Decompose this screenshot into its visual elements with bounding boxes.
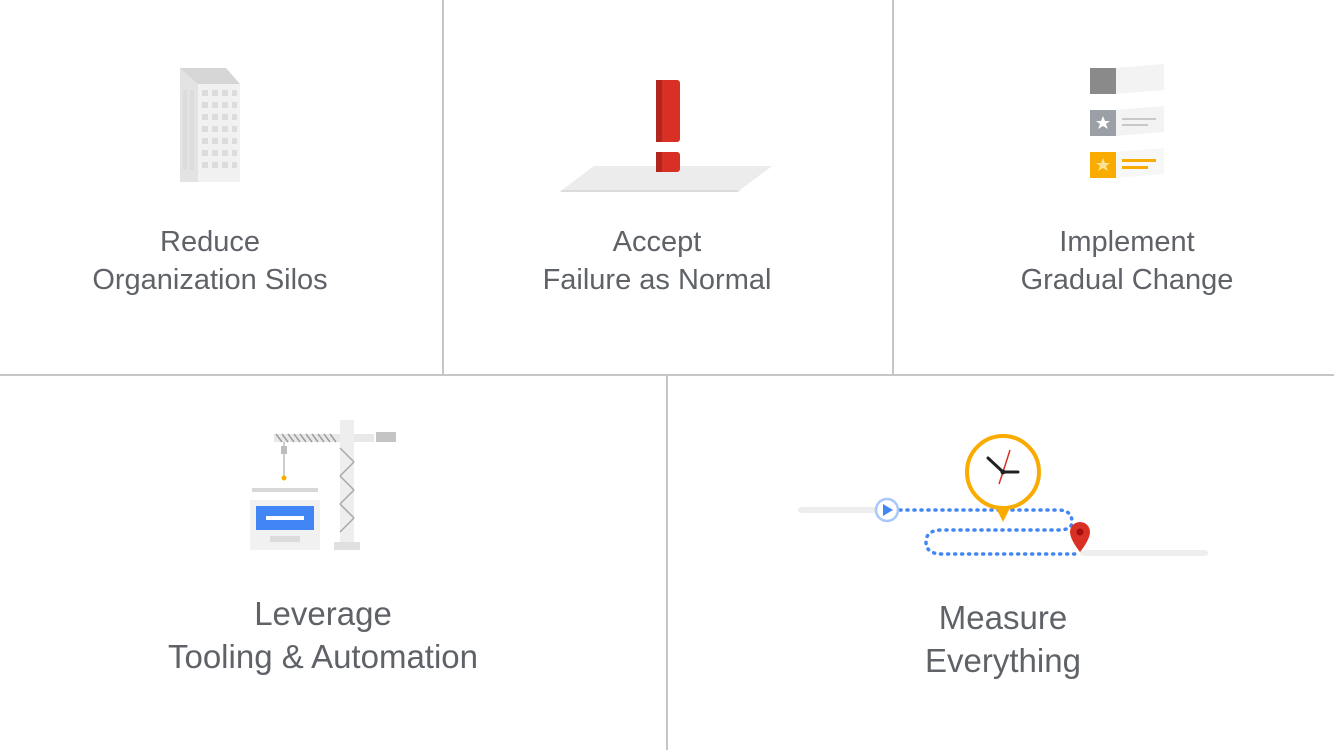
construction-crane-icon: [248, 418, 400, 557]
tile-title: Leverage: [254, 595, 392, 632]
exclamation-mark-icon: [560, 78, 774, 199]
clock-route-icon: [796, 432, 1216, 567]
tile-caption: Implement Gradual Change: [894, 223, 1334, 299]
tile-title: Reduce: [160, 226, 260, 258]
tile-title: Accept: [612, 226, 702, 258]
tile-subtitle: Tooling & Automation: [167, 638, 479, 675]
tile-title: Implement: [1059, 226, 1195, 258]
tile-caption: Accept Failure as Normal: [444, 223, 870, 299]
tile-leverage-tooling: Leverage Tooling & Automation: [0, 376, 666, 750]
tile-reduce-silos: Reduce Organization Silos: [0, 0, 442, 374]
tile-caption: Measure Everything: [668, 596, 1334, 682]
tile-subtitle: Gradual Change: [1020, 264, 1234, 296]
tile-measure-everything: Measure Everything: [668, 376, 1334, 750]
stacked-cards-icon: [1088, 62, 1168, 191]
tile-gradual-change: Implement Gradual Change: [894, 0, 1334, 374]
tile-accept-failure: Accept Failure as Normal: [444, 0, 892, 374]
tile-subtitle: Everything: [925, 642, 1081, 679]
tile-caption: Leverage Tooling & Automation: [0, 592, 646, 678]
tile-subtitle: Organization Silos: [92, 264, 328, 296]
tile-subtitle: Failure as Normal: [542, 264, 772, 296]
tile-title: Measure: [938, 599, 1068, 636]
tile-caption: Reduce Organization Silos: [0, 223, 420, 299]
office-building-icon: [178, 66, 242, 191]
